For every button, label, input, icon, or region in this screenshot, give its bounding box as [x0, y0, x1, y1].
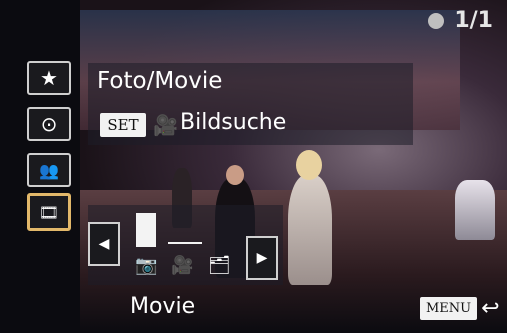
- camera-playback-screen: 1/1 ★ ⊙ 👥 🎞 Foto/Movie SET 🎥 Bildsuche ◀…: [0, 0, 507, 333]
- sidebar-item-people[interactable]: 👥: [27, 153, 71, 187]
- return-arrow-icon: ↩: [481, 295, 500, 321]
- sidebar-item-photo-movie[interactable]: 🎞: [27, 193, 71, 231]
- filter-subtitle: Bildsuche: [180, 110, 287, 135]
- camera-icon[interactable]: 📷: [135, 255, 157, 276]
- current-mode-label: Movie: [130, 294, 196, 319]
- photo-stack-icon[interactable]: 🗂: [208, 255, 231, 276]
- sidebar-item-favorites[interactable]: ★: [27, 61, 71, 95]
- movie-camera-icon: 🎥: [153, 113, 178, 137]
- person-man-head: [226, 165, 244, 185]
- selector-track: [168, 242, 202, 244]
- movie-camera-icon[interactable]: 🎥: [171, 255, 193, 276]
- person-woman-head: [296, 150, 322, 180]
- photo-movie-icon: 🎞: [38, 202, 60, 222]
- counter-text: 1/1: [454, 8, 493, 33]
- star-icon: ★: [40, 66, 58, 90]
- set-button-badge: SET: [100, 113, 146, 137]
- previous-arrow-button[interactable]: ◀: [88, 222, 120, 266]
- selector-indicator: [136, 213, 156, 247]
- menu-back-button[interactable]: MENU ↩: [420, 294, 500, 322]
- sidebar-item-date[interactable]: ⊙: [27, 107, 71, 141]
- menu-badge: MENU: [420, 296, 478, 320]
- person-woman: [288, 175, 332, 285]
- next-arrow-button[interactable]: ▶: [246, 236, 278, 280]
- chevron-right-icon: ▶: [256, 250, 268, 266]
- dress-mannequin: [455, 180, 495, 240]
- people-icon: 👥: [39, 160, 59, 180]
- date-clock-icon: ⊙: [40, 112, 58, 136]
- chevron-left-icon: ◀: [98, 236, 110, 252]
- image-counter: 1/1: [428, 8, 493, 33]
- status-dot-icon: [428, 12, 445, 29]
- filter-title: Foto/Movie: [97, 68, 223, 94]
- mode-icons-row: 📷 🎥 🗂: [135, 255, 231, 276]
